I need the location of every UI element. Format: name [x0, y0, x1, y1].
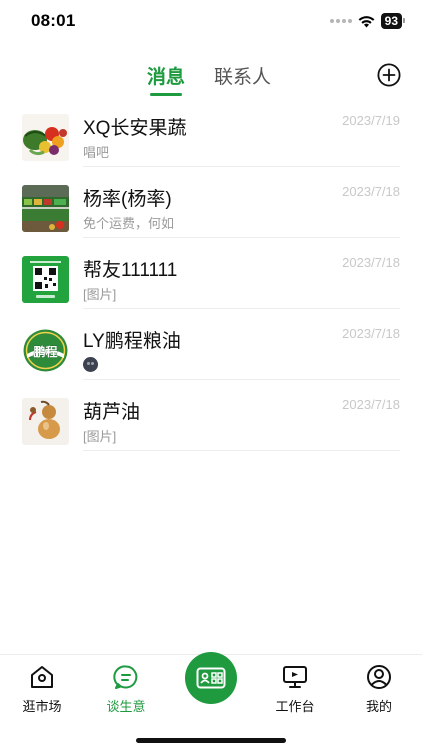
- message-date: 2023/7/18: [342, 255, 400, 270]
- message-preview: 唱吧: [83, 145, 110, 160]
- tab-contacts-label: 联系人: [214, 67, 272, 88]
- divider: [83, 450, 400, 451]
- message-item[interactable]: 鹏程 LY鹏程粮油 2023/7/18: [0, 309, 422, 380]
- message-preview: 免个运费，何如: [83, 216, 175, 231]
- message-date: 2023/7/19: [342, 113, 400, 128]
- nav-market[interactable]: 逛市场: [7, 663, 77, 715]
- nav-business[interactable]: 谈生意: [91, 663, 161, 715]
- emoji-icon: [83, 357, 98, 372]
- tab-messages-label: 消息: [147, 67, 186, 88]
- message-preview: [图片]: [83, 429, 117, 444]
- tab-contacts[interactable]: 联系人: [214, 62, 271, 89]
- nav-market-label: 逛市场: [22, 699, 62, 714]
- avatar-gourd: [22, 398, 69, 445]
- chat-bubble-icon: [113, 665, 138, 689]
- message-item[interactable]: 帮友111111 [图片] 2023/7/18: [0, 238, 422, 309]
- bottom-nav: 逛市场 谈生意 工作台 我的: [0, 652, 422, 750]
- business-card-button[interactable]: [185, 652, 237, 704]
- status-time: 08:01: [31, 11, 76, 30]
- message-list: XQ长安果蔬 唱吧 2023/7/19 杨率(杨率) 免个运费，何如 2023/…: [0, 96, 422, 451]
- cellular-signal-icon: [329, 19, 352, 23]
- user-profile-icon: [367, 665, 391, 689]
- status-bar: 08:01 93: [0, 0, 422, 46]
- contact-name: 葫芦油: [83, 402, 141, 423]
- status-indicators: 93: [329, 13, 406, 29]
- contact-name: XQ长安果蔬: [83, 118, 187, 139]
- avatar-pengcheng-logo: 鹏程: [22, 327, 69, 374]
- nav-mine-label: 我的: [365, 699, 392, 714]
- message-date: 2023/7/18: [342, 397, 400, 412]
- avatar-fruit-vegetable: [22, 114, 69, 161]
- message-date: 2023/7/18: [342, 184, 400, 199]
- nav-workbench[interactable]: 工作台: [260, 663, 330, 715]
- avatar-market-shelf: [22, 185, 69, 232]
- message-date: 2023/7/18: [342, 326, 400, 341]
- message-preview: [图片]: [83, 287, 117, 302]
- contact-name: 帮友111111: [83, 260, 178, 281]
- tab-messages[interactable]: 消息: [147, 62, 186, 96]
- nav-business-label: 谈生意: [106, 699, 146, 714]
- home-indicator: [136, 738, 286, 743]
- svg-text:鹏程: 鹏程: [33, 344, 57, 359]
- message-preview: [83, 355, 98, 373]
- contact-name: 杨率(杨率): [83, 189, 172, 210]
- monitor-icon: [283, 666, 307, 688]
- message-item[interactable]: 葫芦油 [图片] 2023/7/18: [0, 380, 422, 451]
- business-card-icon: [196, 667, 226, 689]
- contact-name: LY鹏程粮油: [83, 331, 181, 352]
- message-item[interactable]: XQ长安果蔬 唱吧 2023/7/19: [0, 96, 422, 167]
- message-item[interactable]: 杨率(杨率) 免个运费，何如 2023/7/18: [0, 167, 422, 238]
- add-circle-icon[interactable]: [377, 63, 401, 87]
- nav-workbench-label: 工作台: [275, 699, 315, 714]
- battery-indicator: 93: [380, 13, 406, 29]
- nav-mine[interactable]: 我的: [344, 663, 414, 715]
- home-icon: [31, 666, 53, 688]
- avatar-qr-code: [22, 256, 69, 303]
- wifi-icon: [358, 15, 375, 27]
